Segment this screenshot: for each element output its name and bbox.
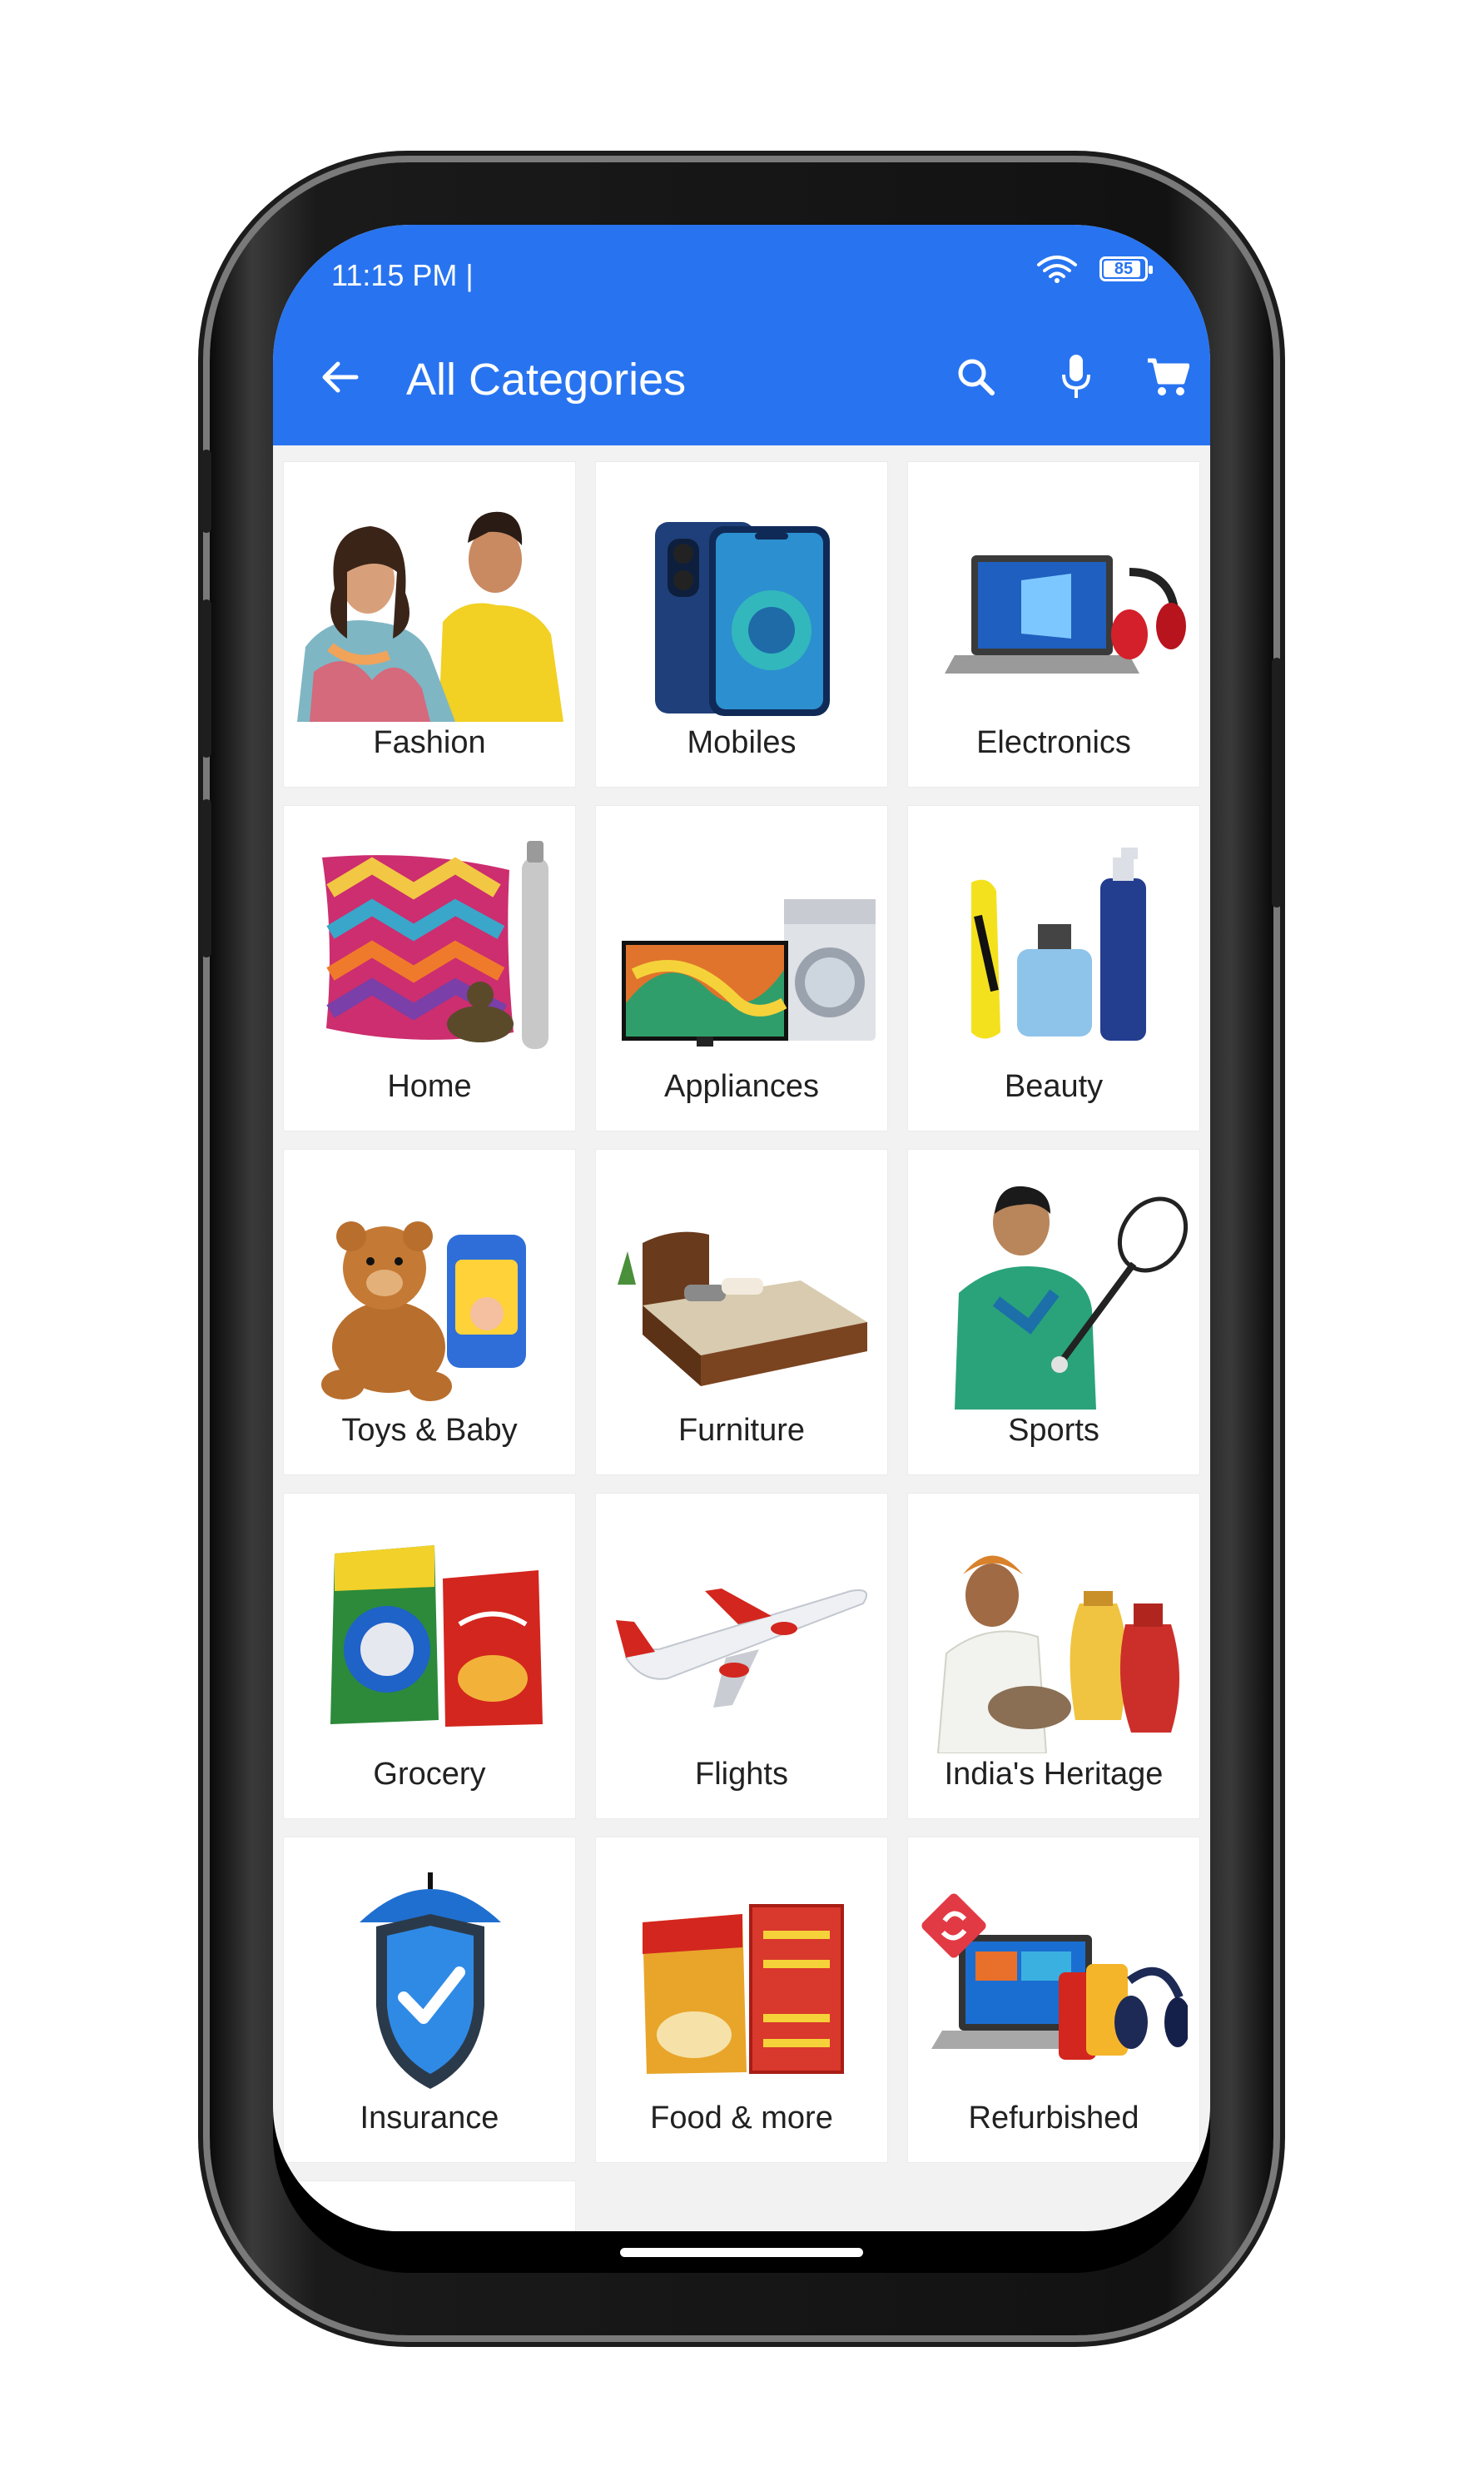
- home-icon: [322, 841, 548, 1049]
- food-more-icon: [643, 1904, 844, 2074]
- category-label: Home: [387, 1069, 472, 1104]
- home-indicator[interactable]: [620, 2248, 863, 2257]
- category-label: Sports: [1008, 1413, 1099, 1448]
- cart-button[interactable]: [1139, 348, 1197, 406]
- category-label: Mobiles: [687, 725, 797, 760]
- indias-heritage-icon: [936, 1555, 1179, 1753]
- battery-icon: 85: [1099, 256, 1153, 281]
- category-card-insurance[interactable]: Insurance: [283, 1837, 576, 2163]
- voice-search-button[interactable]: [1047, 348, 1105, 406]
- search-button[interactable]: [947, 348, 1005, 406]
- fashion-icon: [297, 511, 563, 722]
- category-card-appliances[interactable]: Appliances: [595, 805, 888, 1131]
- category-card-fashion[interactable]: Fashion: [283, 461, 576, 788]
- volume-up-button: [201, 599, 211, 758]
- category-card-electronics[interactable]: Electronics: [907, 461, 1200, 788]
- app-toolbar: All Categories: [273, 308, 1210, 445]
- category-card-furniture[interactable]: Furniture: [595, 1149, 888, 1475]
- furniture-icon: [618, 1231, 867, 1386]
- power-button: [1272, 658, 1282, 907]
- category-card-home[interactable]: Home: [283, 805, 576, 1131]
- volume-down-button: [201, 799, 211, 957]
- category-card-indias-heritage[interactable]: India's Heritage: [907, 1493, 1200, 1819]
- mute-switch: [201, 450, 211, 533]
- page-title: All Categories: [406, 355, 687, 405]
- battery-percent: 85: [1114, 259, 1134, 278]
- wifi-icon: [1037, 256, 1077, 283]
- category-label: Insurance: [360, 2101, 499, 2135]
- microphone-icon: [1062, 355, 1090, 398]
- sports-icon: [955, 1186, 1188, 1410]
- phone-screen: 11:15 PM | 85 All Categories Fashion Mob…: [273, 225, 1210, 2273]
- refurbished-icon: [921, 1893, 1188, 2060]
- category-label: Electronics: [976, 725, 1131, 760]
- status-time: 11:15 PM |: [331, 258, 474, 292]
- category-label: Refurbished: [968, 2101, 1139, 2135]
- category-card-mobiles[interactable]: Mobiles: [595, 461, 888, 788]
- category-card-beauty[interactable]: Beauty: [907, 805, 1200, 1131]
- category-card-flights[interactable]: Flights: [595, 1493, 888, 1819]
- category-card-sports[interactable]: Sports: [907, 1149, 1200, 1475]
- status-icons: 85: [1036, 255, 1153, 283]
- grocery-icon: [330, 1545, 543, 1727]
- category-label: Food & more: [650, 2101, 833, 2135]
- category-label: Furniture: [677, 1413, 806, 1448]
- category-label: Fashion: [373, 725, 486, 760]
- category-label: Appliances: [664, 1069, 819, 1104]
- category-label: Beauty: [1004, 1069, 1104, 1104]
- toys-baby-icon: [321, 1221, 526, 1401]
- flights-icon: [616, 1589, 867, 1708]
- appliances-icon: [622, 899, 876, 1047]
- cart-icon: [1148, 358, 1189, 395]
- insurance-icon: [360, 1872, 501, 2089]
- category-label: Flights: [695, 1757, 788, 1792]
- back-button[interactable]: [310, 348, 369, 406]
- category-label: India's Heritage: [944, 1757, 1164, 1792]
- search-icon: [958, 359, 995, 395]
- category-card-food-more[interactable]: Food & more: [595, 1837, 888, 2163]
- mobiles-icon: [655, 522, 830, 716]
- app-screen: 11:15 PM | 85 All Categories Fashion Mob…: [273, 225, 1210, 2231]
- category-card-partial[interactable]: [283, 2180, 576, 2231]
- category-label: Grocery: [373, 1757, 486, 1792]
- category-label: Toys & Baby: [341, 1413, 518, 1448]
- arrow-left-icon: [322, 361, 359, 393]
- beauty-icon: [971, 848, 1146, 1041]
- category-card-refurbished[interactable]: Refurbished: [907, 1837, 1200, 2163]
- category-card-toys-baby[interactable]: Toys & Baby: [283, 1149, 576, 1475]
- category-card-grocery[interactable]: Grocery: [283, 1493, 576, 1819]
- status-bar: 11:15 PM | 85: [273, 225, 1210, 308]
- electronics-icon: [945, 555, 1186, 674]
